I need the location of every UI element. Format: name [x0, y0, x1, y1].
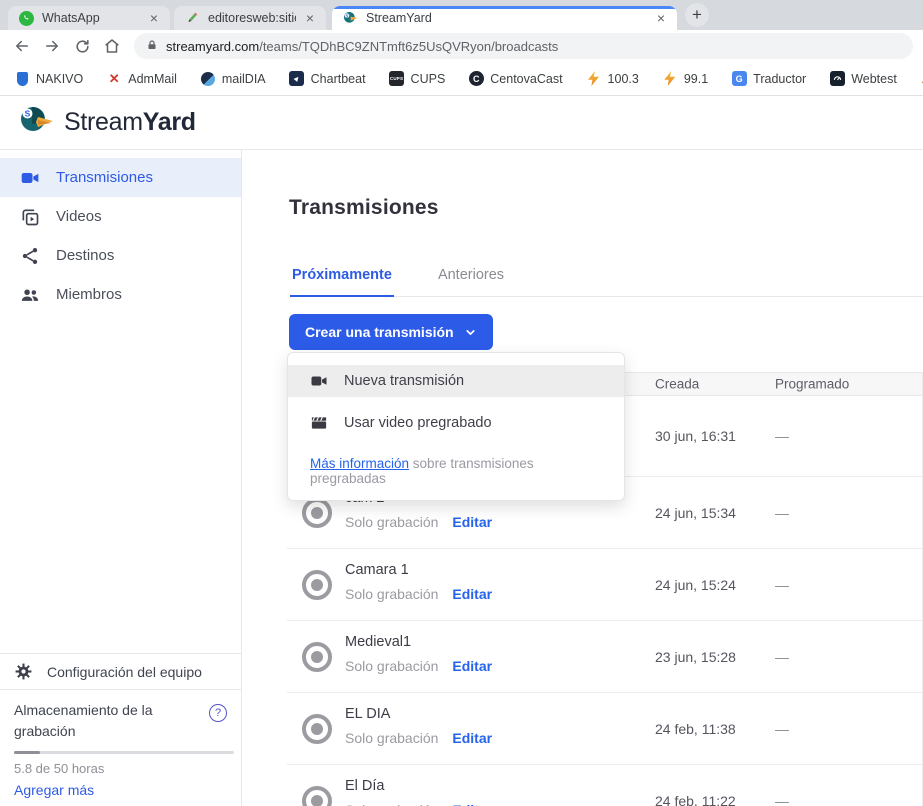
- team-settings-item[interactable]: Configuración del equipo: [0, 653, 241, 690]
- lock-icon: [146, 38, 158, 55]
- sidebar: Transmisiones Videos Destinos Miembros C…: [0, 150, 242, 806]
- lightning-icon: [662, 71, 678, 87]
- record-icon: [302, 498, 332, 528]
- google-translate-icon: G: [731, 71, 747, 87]
- sidebar-item-transmisiones[interactable]: Transmisiones: [0, 158, 241, 197]
- bookmark-maildia[interactable]: mailDIA: [200, 71, 266, 87]
- gear-icon: [14, 662, 33, 681]
- reload-icon[interactable]: [70, 34, 94, 58]
- clapperboard-icon: [310, 414, 328, 432]
- lightning-icon: [586, 71, 602, 87]
- browser-window: WhatsApp × editoresweb:sitioweb:eldia.co…: [0, 0, 923, 806]
- create-broadcast-button[interactable]: Crear una transmisión: [289, 314, 493, 350]
- bookmark-nakivo[interactable]: NAKIVO: [14, 71, 83, 87]
- chartbeat-icon: ▲: [289, 71, 305, 87]
- sidebar-item-videos[interactable]: Videos: [0, 197, 241, 236]
- help-icon[interactable]: ?: [209, 704, 227, 722]
- edit-link[interactable]: Editar: [452, 730, 492, 746]
- bookmarks-bar: NAKIVO ✕AdmMail mailDIA ▲Chartbeat CUPSC…: [0, 62, 923, 96]
- tab-whatsapp[interactable]: WhatsApp ×: [8, 6, 170, 30]
- browser-toolbar: streamyard.com/teams/TQDhBC9ZNTmft6z5UsQ…: [0, 30, 923, 62]
- brand-wordmark: StreamYard: [64, 108, 196, 137]
- broadcast-row[interactable]: El Día Solo grabaciónEditar 24 feb, 11:2…: [287, 765, 922, 806]
- admmail-icon: ✕: [106, 71, 122, 87]
- tab-streamyard[interactable]: S StreamYard ×: [332, 6, 677, 30]
- storage-progress-bar: [14, 751, 234, 754]
- edit-link[interactable]: Editar: [452, 658, 492, 674]
- column-created: Creada: [655, 377, 699, 392]
- app-header: S StreamYard: [0, 96, 923, 150]
- menu-item-usar-video-pregrabado[interactable]: Usar video pregrabado: [288, 407, 624, 439]
- svg-text:S: S: [25, 109, 31, 119]
- streamyard-logo-duck-icon: S: [18, 103, 54, 142]
- broadcast-row[interactable]: EL DIA Solo grabaciónEditar 24 feb, 11:3…: [287, 693, 922, 765]
- bookmark-100-3[interactable]: 100.3: [586, 71, 639, 87]
- record-icon: [302, 570, 332, 600]
- record-icon: [302, 642, 332, 672]
- bookmark-traductor[interactable]: GTraductor: [731, 71, 806, 87]
- sidebar-item-destinos[interactable]: Destinos: [0, 236, 241, 275]
- edit-link[interactable]: Editar: [452, 514, 492, 530]
- svg-text:S: S: [346, 13, 349, 18]
- bookmark-centovacast[interactable]: CCentovaCast: [468, 71, 562, 87]
- back-icon[interactable]: [10, 34, 34, 58]
- nakivo-shield-icon: [14, 71, 30, 87]
- broadcast-tabs: Próximamente Anteriores: [290, 258, 923, 297]
- url-domain: streamyard.com: [166, 39, 259, 54]
- home-icon[interactable]: [100, 34, 124, 58]
- storage-title: Almacenamiento de la grabación: [14, 700, 179, 742]
- close-icon[interactable]: ×: [655, 10, 667, 26]
- page-title: Transmisiones: [289, 196, 923, 220]
- edit-link[interactable]: Editar: [452, 586, 492, 602]
- bookmark-webtest[interactable]: Webtest: [829, 71, 897, 87]
- tab-title: StreamYard: [366, 11, 647, 25]
- column-scheduled: Programado: [775, 377, 849, 392]
- bookmark-admmail[interactable]: ✕AdmMail: [106, 71, 177, 87]
- storage-progress-fill: [14, 751, 40, 754]
- url-text: streamyard.com/teams/TQDhBC9ZNTmft6z5UsQ…: [166, 39, 558, 54]
- mas-informacion-link[interactable]: Más información: [310, 456, 409, 471]
- broadcast-row[interactable]: Medieval1 Solo grabaciónEditar 23 jun, 1…: [287, 621, 922, 693]
- bookmark-99-1[interactable]: 99.1: [662, 71, 708, 87]
- centovacast-icon: C: [468, 71, 484, 87]
- camera-icon: [20, 168, 40, 188]
- streamyard-duck-icon: S: [342, 10, 358, 26]
- videos-icon: [20, 207, 40, 227]
- whatsapp-icon: [18, 10, 34, 26]
- menu-item-nueva-transmision[interactable]: Nueva transmisión: [288, 365, 624, 397]
- storage-usage: 5.8 de 50 horas: [14, 761, 227, 776]
- new-tab-button[interactable]: +: [685, 3, 709, 27]
- url-path: /teams/TQDhBC9ZNTmft6z5UsQVRyon/broadcas…: [259, 39, 558, 54]
- broadcast-row[interactable]: Camara 1 Solo grabaciónEditar 24 jun, 15…: [287, 549, 922, 621]
- main-content: Transmisiones Próximamente Anteriores Cr…: [242, 150, 923, 806]
- forward-icon[interactable]: [40, 34, 64, 58]
- browser-tab-bar: WhatsApp × editoresweb:sitioweb:eldia.co…: [0, 0, 923, 30]
- record-icon: [302, 786, 332, 806]
- chevron-down-icon: [464, 326, 477, 339]
- tab-title: WhatsApp: [42, 11, 140, 25]
- edit-link[interactable]: Editar: [452, 802, 492, 806]
- close-icon[interactable]: ×: [304, 10, 316, 26]
- add-more-link[interactable]: Agregar más: [14, 782, 227, 798]
- webtest-gauge-icon: [829, 71, 845, 87]
- dropdown-info-text: Más información sobre transmisiones preg…: [310, 456, 602, 486]
- tab-editoresweb[interactable]: editoresweb:sitioweb:eldia.co ×: [174, 6, 326, 30]
- members-icon: [20, 285, 40, 305]
- tab-proximamente[interactable]: Próximamente: [290, 258, 394, 297]
- create-broadcast-dropdown: Nueva transmisión Usar video pregrabado …: [287, 352, 625, 501]
- storage-section: Almacenamiento de la grabación ? 5.8 de …: [0, 690, 241, 806]
- maildia-icon: [200, 71, 216, 87]
- edit-pencil-icon: [184, 10, 200, 26]
- cups-icon: CUPS: [389, 71, 405, 87]
- tab-title: editoresweb:sitioweb:eldia.co: [208, 11, 296, 25]
- record-icon: [302, 714, 332, 744]
- share-icon: [20, 246, 40, 266]
- sidebar-item-miembros[interactable]: Miembros: [0, 275, 241, 314]
- address-bar[interactable]: streamyard.com/teams/TQDhBC9ZNTmft6z5UsQ…: [134, 33, 913, 59]
- bookmark-chartbeat[interactable]: ▲Chartbeat: [289, 71, 366, 87]
- camera-icon: [310, 372, 328, 390]
- close-icon[interactable]: ×: [148, 10, 160, 26]
- tab-anteriores[interactable]: Anteriores: [436, 258, 506, 296]
- bookmark-cups[interactable]: CUPSCUPS: [389, 71, 446, 87]
